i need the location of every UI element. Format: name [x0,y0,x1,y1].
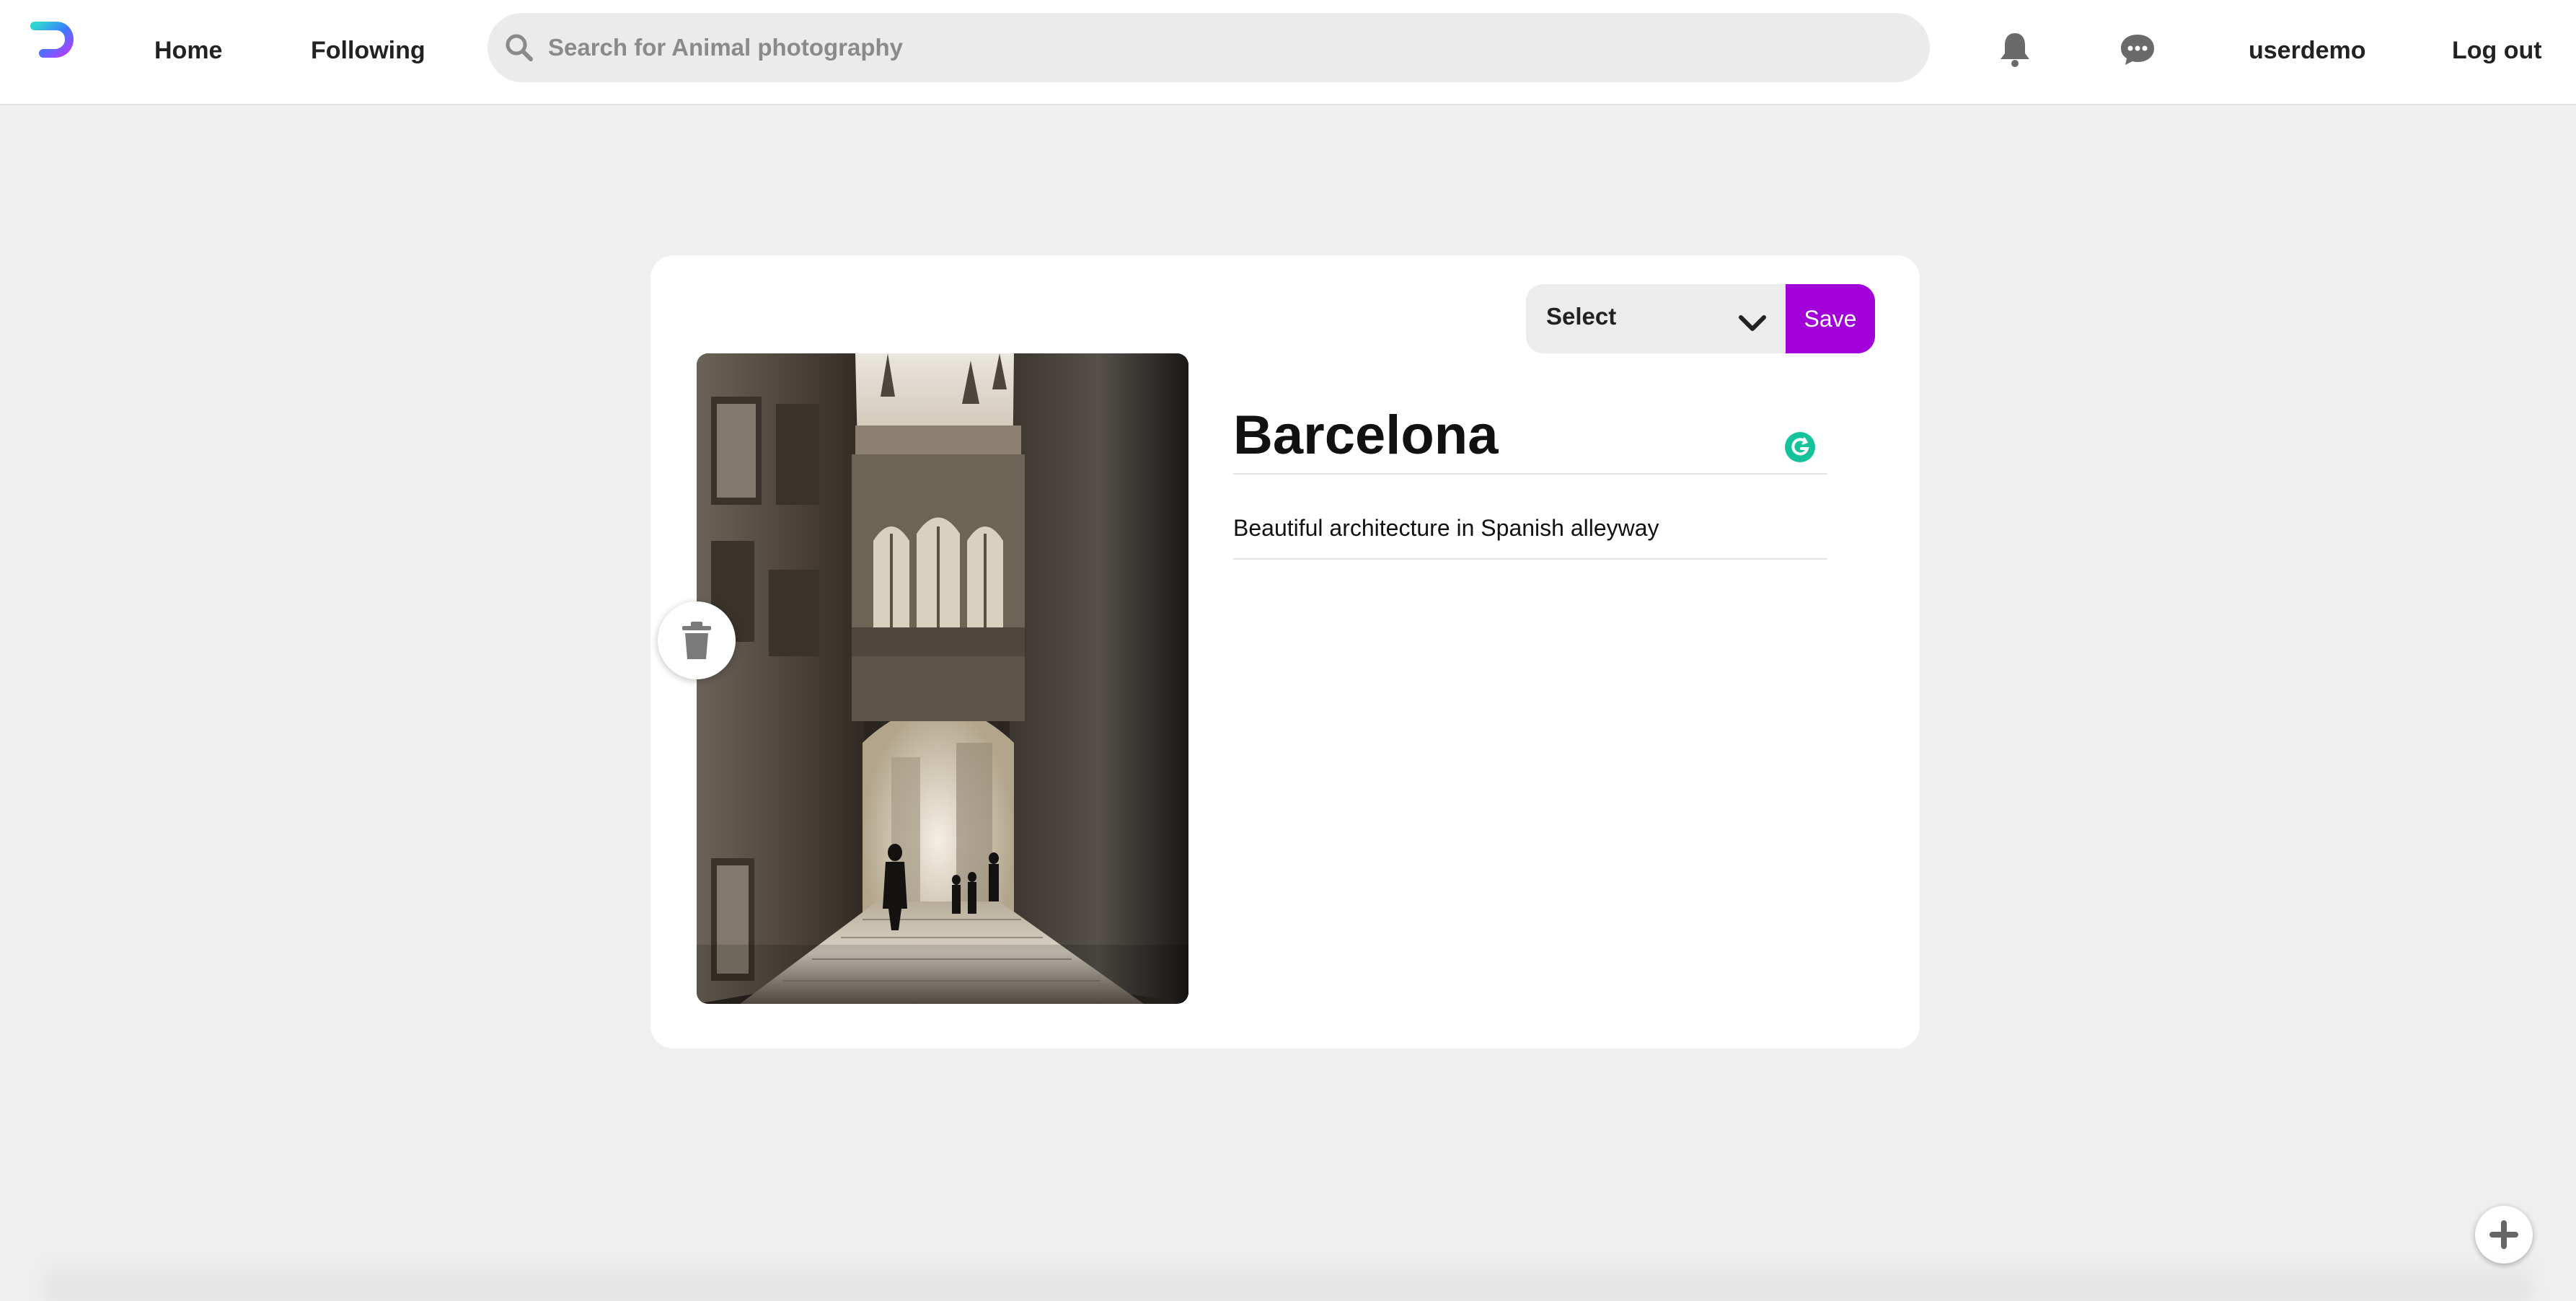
chevron-down-icon [1739,315,1766,331]
board-select-value: Select [1546,303,1617,330]
pin-image [697,353,1188,1004]
delete-pin-button[interactable] [658,601,736,679]
bottom-shadow [43,1255,2533,1301]
nav-following-link[interactable]: Following [311,33,425,68]
pin-description[interactable]: Beautiful architecture in Spanish alleyw… [1233,512,1825,544]
username-link[interactable]: userdemo [2249,33,2366,68]
search-input[interactable] [548,13,1904,82]
pin-title[interactable]: Barcelona [1233,400,1825,472]
board-select-dropdown[interactable]: Select [1526,284,1787,353]
trash-icon [682,622,711,659]
nav-home-link[interactable]: Home [154,33,222,68]
plus-icon [2489,1220,2518,1249]
search-icon [506,34,533,61]
top-navigation-bar: Home Following userdemo Log out [0,0,2576,105]
pin-editor-card: Select Save Barcelona Beautiful architec… [650,255,1920,1049]
description-underline [1233,558,1827,560]
chat-bubble-icon[interactable] [2117,29,2158,69]
grammarly-icon[interactable] [1784,431,1816,463]
app-logo-icon[interactable] [27,22,78,76]
alleyway-photo [697,353,1188,1004]
logout-link[interactable]: Log out [2452,33,2542,68]
search-bar[interactable] [488,13,1930,82]
bell-icon[interactable] [1995,29,2035,69]
title-underline [1233,473,1827,475]
save-button[interactable]: Save [1786,284,1875,353]
